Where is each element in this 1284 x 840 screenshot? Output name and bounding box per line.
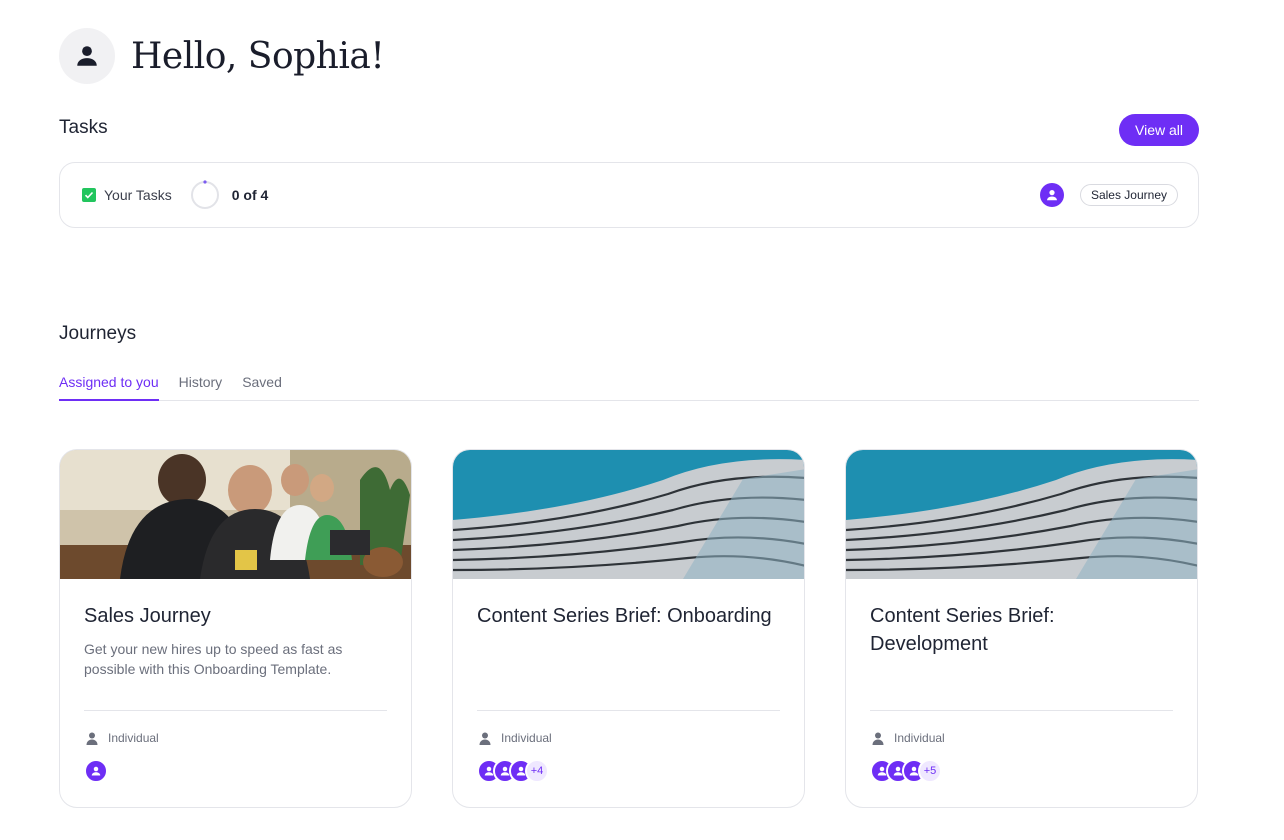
- user-icon: [91, 766, 101, 776]
- card-type: Individual: [84, 730, 159, 746]
- assignee-avatars: +4: [477, 759, 549, 783]
- view-all-button[interactable]: View all: [1119, 114, 1199, 146]
- progress-ring: [190, 180, 219, 209]
- card-type-label: Individual: [894, 731, 945, 745]
- avatar[interactable]: [59, 28, 115, 84]
- assignee-avatars: [84, 759, 108, 783]
- tab-history[interactable]: History: [179, 362, 223, 401]
- avatar: [84, 759, 108, 783]
- task-count: 0 of 4: [231, 187, 269, 203]
- card-type-label: Individual: [108, 731, 159, 745]
- team-photo: [60, 450, 411, 579]
- tasks-heading: Tasks: [59, 117, 108, 138]
- divider: [477, 710, 780, 711]
- card-title: Content Series Brief: Development: [870, 605, 1055, 655]
- journeys-heading: Journeys: [59, 323, 137, 344]
- journey-tabs: Assigned to you History Saved: [59, 362, 1199, 401]
- journey-card-sales[interactable]: Sales Journey Get your new hires up to s…: [59, 449, 412, 808]
- person-icon: [84, 730, 100, 746]
- tasks-summary-card[interactable]: Your Tasks 0 of 4 Sales Journey: [59, 162, 1199, 228]
- tab-saved[interactable]: Saved: [242, 362, 282, 401]
- checkbox-checked-icon: [82, 188, 96, 202]
- divider: [84, 710, 387, 711]
- card-type: Individual: [870, 730, 945, 746]
- user-icon: [77, 46, 97, 66]
- journey-card-onboarding[interactable]: Content Series Brief: Onboarding Individ…: [452, 449, 805, 808]
- assignee-avatars: +5: [870, 759, 942, 783]
- extra-assignees-count: +4: [525, 759, 549, 783]
- card-description: Get your new hires up to speed as fast a…: [84, 641, 343, 677]
- user-icon: [1046, 190, 1057, 201]
- tab-assigned-to-you[interactable]: Assigned to you: [59, 362, 159, 401]
- page-title: Hello, Sophia!: [131, 35, 385, 77]
- card-title: Content Series Brief: Onboarding: [477, 605, 772, 627]
- person-icon: [870, 730, 886, 746]
- card-type-label: Individual: [501, 731, 552, 745]
- journey-chip[interactable]: Sales Journey: [1079, 184, 1178, 206]
- your-tasks-label: Your Tasks: [104, 187, 172, 203]
- architecture-photo: [846, 450, 1197, 579]
- architecture-photo: [453, 450, 804, 579]
- greeting-header: Hello, Sophia!: [59, 28, 385, 84]
- journey-card-development[interactable]: Content Series Brief: Development Indivi…: [845, 449, 1198, 808]
- card-title: Sales Journey: [84, 605, 211, 627]
- person-icon: [477, 730, 493, 746]
- extra-assignees-count: +5: [918, 759, 942, 783]
- divider: [870, 710, 1173, 711]
- card-type: Individual: [477, 730, 552, 746]
- assignee-avatar: [1039, 183, 1064, 207]
